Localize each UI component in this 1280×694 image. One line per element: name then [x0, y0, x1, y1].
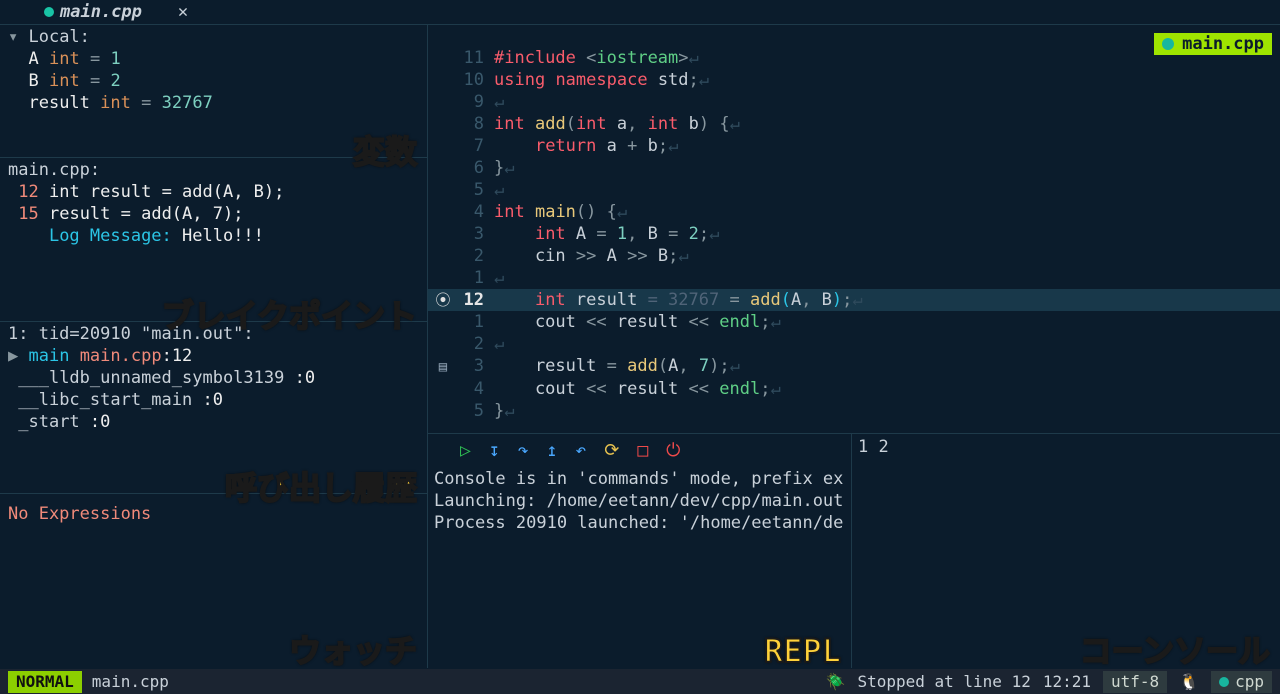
restart-icon[interactable]: ⟳: [604, 440, 619, 462]
step-into-icon[interactable]: ↧: [489, 440, 500, 462]
repl-line: Console is in 'commands' mode, prefix ex: [434, 468, 845, 490]
tab-filename: main.cpp: [60, 1, 142, 23]
continue-icon[interactable]: ▷: [460, 440, 471, 462]
code-line[interactable]: 5}↵: [428, 400, 1280, 422]
code-line[interactable]: 11#include <iostream>↵: [428, 47, 1280, 69]
status-bar: NORMAL main.cpp 🪲 Stopped at line 12 12:…: [0, 669, 1280, 694]
debug-sidebar: ▾ Local: A int = 1 B int = 2 result int …: [0, 25, 428, 668]
code-line[interactable]: ▤3 result = add(A, 7);↵: [428, 355, 1280, 378]
variable-row[interactable]: B int = 2: [8, 70, 419, 92]
filetype-icon: [44, 7, 54, 17]
console-output: 1 2: [858, 436, 1274, 458]
scope-label: Local:: [28, 27, 89, 47]
code-line[interactable]: 9↵: [428, 91, 1280, 113]
breakpoint-row[interactable]: 12 int result = add(A, B);: [8, 181, 419, 203]
code-line[interactable]: 5↵: [428, 179, 1280, 201]
code-line[interactable]: ⦿12 int result = 32767 = add(A, B);↵: [428, 289, 1280, 311]
filetype-icon: [1219, 677, 1229, 687]
annotation-repl: REPL: [764, 640, 841, 662]
code-line[interactable]: 4 cout << result << endl;↵: [428, 378, 1280, 400]
stack-frame[interactable]: __libc_start_main :0: [8, 389, 419, 411]
variable-row[interactable]: result int = 32767: [8, 92, 419, 114]
close-icon[interactable]: ✕: [178, 1, 188, 23]
repl-pane[interactable]: ▷ ↧ ↷ ↥ ↶ ⟳ □ ⏻ Console is in 'commands'…: [428, 434, 852, 668]
watch-pane: No Expressions ウォッチ: [0, 494, 427, 668]
step-over-icon[interactable]: ↷: [518, 440, 529, 462]
power-icon[interactable]: ⏻: [666, 440, 680, 462]
code-line[interactable]: 10using namespace std;↵: [428, 69, 1280, 91]
code-line[interactable]: 2↵: [428, 333, 1280, 355]
step-out-icon[interactable]: ↥: [547, 440, 558, 462]
bug-icon: 🪲: [826, 671, 846, 693]
status-stopped: Stopped at line 12: [857, 671, 1030, 693]
status-cursor-pos: 12:21: [1043, 671, 1091, 693]
code-line[interactable]: 4int main() {↵: [428, 201, 1280, 223]
breakpoints-pane: main.cpp: 12 int result = add(A, B); 15 …: [0, 158, 427, 322]
code-line[interactable]: 1↵: [428, 267, 1280, 289]
annotation-watch: ウォッチ: [289, 640, 417, 662]
variables-pane: ▾ Local: A int = 1 B int = 2 result int …: [0, 25, 427, 158]
stop-icon[interactable]: □: [637, 440, 648, 462]
console-pane[interactable]: 1 2 コーンソール: [852, 434, 1280, 668]
debug-toolbar: ▷ ↧ ↷ ↥ ↶ ⟳ □ ⏻: [434, 436, 845, 468]
code-editor[interactable]: main.cpp 11#include <iostream>↵10using n…: [428, 25, 1280, 434]
repl-line: Launching: /home/eetann/dev/cpp/main.out: [434, 490, 845, 512]
collapse-icon[interactable]: ▾: [8, 27, 28, 47]
callstack-pane: 1: tid=20910 "main.out": ▶ main main.cpp…: [0, 322, 427, 494]
stack-frame[interactable]: _start :0: [8, 411, 419, 433]
stack-frame[interactable]: ___lldb_unnamed_symbol3139 :0: [8, 367, 419, 389]
status-filetype: cpp: [1211, 671, 1272, 693]
code-line[interactable]: 3 int A = 1, B = 2;↵: [428, 223, 1280, 245]
file-tab[interactable]: main.cpp ✕: [0, 1, 198, 23]
code-line[interactable]: 2 cin >> A >> B;↵: [428, 245, 1280, 267]
code-line[interactable]: 1 cout << result << endl;↵: [428, 311, 1280, 333]
status-filename: main.cpp: [92, 671, 169, 693]
thread-header: 1: tid=20910 "main.out":: [8, 323, 419, 345]
linux-icon: 🐧: [1179, 671, 1199, 693]
status-encoding: utf-8: [1103, 671, 1167, 693]
watch-empty: No Expressions: [8, 504, 151, 524]
mode-indicator: NORMAL: [8, 671, 82, 693]
log-label: Log Message:: [49, 226, 182, 246]
variable-row[interactable]: A int = 1: [8, 48, 419, 70]
code-line[interactable]: 8int add(int a, int b) {↵: [428, 113, 1280, 135]
log-message: Hello!!!: [182, 226, 264, 246]
step-back-icon[interactable]: ↶: [575, 440, 586, 462]
breakpoint-row[interactable]: 15 result = add(A, 7);: [8, 203, 419, 225]
tab-bar: main.cpp ✕: [0, 0, 1280, 25]
stack-frame[interactable]: ▶ main main.cpp:12: [8, 345, 419, 367]
code-line[interactable]: 7 return a + b;↵: [428, 135, 1280, 157]
code-line[interactable]: 6}↵: [428, 157, 1280, 179]
bp-file: main.cpp:: [8, 159, 419, 181]
repl-line: Process 20910 launched: '/home/eetann/de: [434, 512, 845, 534]
annotation-console: コーンソール: [1080, 640, 1270, 662]
